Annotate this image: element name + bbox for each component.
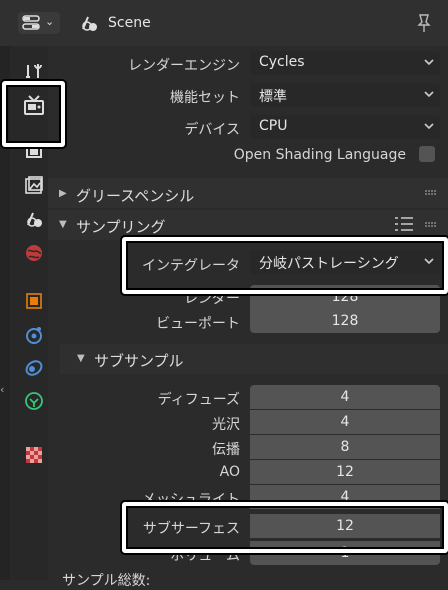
view-layer-icon xyxy=(25,176,43,194)
expand-arrow-icon: ▶ xyxy=(59,188,67,199)
glossy-field[interactable]: 4 xyxy=(250,410,440,434)
physics-icon xyxy=(25,360,43,376)
transmission-label: 伝播 xyxy=(212,442,240,458)
ao-label: AO xyxy=(219,464,240,480)
grease-pencil-panel-title: グリースペンシル xyxy=(76,187,195,205)
diffuse-label: ディフューズ xyxy=(157,392,240,408)
editor-type-button[interactable]: ⌄ xyxy=(18,12,60,34)
device-dropdown[interactable]: CPU xyxy=(250,115,440,139)
subsample-panel-title: サブサンプル xyxy=(94,352,184,370)
sampling-panel-title: サンプリング xyxy=(76,218,166,236)
properties-editor-icon xyxy=(22,15,40,30)
texture-icon xyxy=(26,447,42,463)
tool-icon xyxy=(26,64,42,78)
object-icon xyxy=(26,293,42,309)
transmission-field[interactable]: 8 xyxy=(250,435,440,459)
chevron-down-icon xyxy=(424,91,434,98)
feature-set-dropdown[interactable]: 標準 xyxy=(250,83,440,107)
tab-constraints[interactable] xyxy=(16,386,52,414)
tab-object[interactable] xyxy=(16,286,52,314)
scene-icon xyxy=(82,16,97,31)
chevron-down-icon xyxy=(424,123,434,130)
total-samples-label: サンプル総数: xyxy=(62,573,151,589)
diffuse-field[interactable]: 4 xyxy=(250,385,440,409)
collapse-arrow-icon: ▼ xyxy=(77,353,85,364)
feature-set-value: 標準 xyxy=(259,89,287,105)
viewport-samples-label: ビューポート xyxy=(156,316,240,332)
tab-modifier[interactable] xyxy=(16,320,52,348)
tab-scene[interactable] xyxy=(16,204,52,232)
highlight-integrator xyxy=(122,237,448,294)
device-label: デバイス xyxy=(184,122,240,138)
pin-icon[interactable] xyxy=(415,13,433,33)
render-engine-label: レンダーエンジン xyxy=(128,58,240,74)
viewport-samples-field[interactable]: 128 xyxy=(250,309,440,333)
scene-icon xyxy=(27,212,42,227)
drag-handle-icon[interactable] xyxy=(424,221,438,229)
render-engine-value: Cycles xyxy=(259,54,305,70)
chevron-down-icon: ⌄ xyxy=(45,15,55,28)
preset-list-icon[interactable] xyxy=(394,215,414,233)
device-value: CPU xyxy=(259,118,288,134)
properties-header: ⌄ Scene xyxy=(0,0,448,46)
tab-view-layer[interactable] xyxy=(16,170,52,198)
ao-field[interactable]: 12 xyxy=(250,460,440,484)
highlight-render-tab xyxy=(2,81,65,147)
feature-set-label: 機能セット xyxy=(170,90,240,106)
scene-title: Scene xyxy=(108,15,151,31)
glossy-label: 光沢 xyxy=(212,417,240,433)
highlight-subsurface xyxy=(122,502,448,553)
osl-checkbox[interactable] xyxy=(419,146,435,162)
world-icon xyxy=(26,245,42,261)
drag-handle-icon[interactable] xyxy=(424,189,438,197)
collapse-arrow-icon[interactable]: ‹ xyxy=(0,383,4,396)
tab-physics[interactable] xyxy=(16,352,52,380)
modifier-icon xyxy=(26,327,42,344)
constraints-icon xyxy=(25,392,43,410)
tab-tool[interactable] xyxy=(16,56,52,84)
tab-world[interactable] xyxy=(16,238,52,266)
collapse-arrow-icon: ▼ xyxy=(59,219,67,230)
tab-texture[interactable] xyxy=(16,440,52,468)
render-engine-dropdown[interactable]: Cycles xyxy=(250,51,440,75)
osl-label: Open Shading Language xyxy=(233,147,406,163)
chevron-down-icon xyxy=(424,59,434,66)
